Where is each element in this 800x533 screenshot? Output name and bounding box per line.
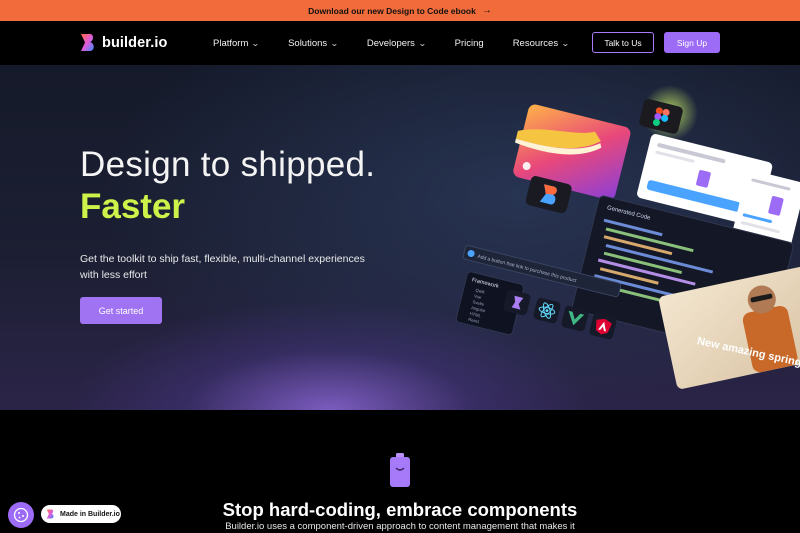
promo-banner-text[interactable]: Download our new Design to Code ebook (308, 6, 476, 16)
nav-item-solutions[interactable]: Solutions ⌄ (288, 37, 339, 49)
nav-item-label: Pricing (454, 37, 484, 49)
chevron-down-icon: ⌄ (561, 38, 570, 48)
nav-item-label: Platform (213, 37, 249, 49)
chevron-down-icon: ⌄ (251, 38, 261, 48)
hero-title-accent: Faster (80, 187, 186, 226)
hero-section: Design to shipped. Faster Get the toolki… (0, 65, 800, 410)
cookie-icon (13, 507, 29, 523)
nav-item-developers[interactable]: Developers ⌄ (366, 37, 427, 49)
chevron-down-icon: ⌄ (330, 38, 339, 48)
talk-to-us-button[interactable]: Talk to Us (592, 32, 654, 53)
hero-title: Design to shipped. (80, 145, 376, 184)
logo[interactable]: builder.io (80, 33, 167, 52)
chevron-down-icon: ⌄ (417, 38, 427, 48)
cookie-settings-button[interactable] (8, 502, 34, 528)
nav-item-platform[interactable]: Platform ⌄ (213, 37, 261, 49)
nav-item-label: Resources (512, 37, 559, 49)
nav-item-label: Developers (366, 37, 415, 49)
builder-logo-icon (81, 34, 94, 51)
react-icon (533, 297, 561, 324)
logo-text: builder.io (102, 34, 168, 51)
nav-links: Platform ⌄ Solutions ⌄ Developers ⌄ Pric… (213, 21, 598, 65)
promo-banner[interactable]: Download our new Design to Code ebook → (0, 0, 800, 21)
sign-up-button[interactable]: Sign Up (664, 32, 720, 53)
nav-item-resources[interactable]: Resources ⌄ (512, 37, 570, 49)
component-block-icon (390, 453, 410, 487)
hero-subtitle: Get the toolkit to ship fast, flexible, … (80, 253, 365, 281)
badge-label: Made in Builder.io (60, 510, 120, 518)
arrow-right-icon: → (481, 5, 492, 16)
nav-item-pricing[interactable]: Pricing (455, 38, 484, 49)
section-text: Builder.io uses a component-driven appro… (225, 521, 575, 532)
builder-logo-icon (46, 509, 54, 519)
main-navigation: builder.io Platform ⌄ Solutions ⌄ Develo… (0, 21, 800, 65)
hero-illustration: Generated Code Add a button that link to… (455, 85, 800, 389)
made-in-builder-badge[interactable]: Made in Builder.io (41, 505, 121, 523)
nav-item-label: Solutions (288, 37, 328, 49)
get-started-button[interactable]: Get started (80, 297, 162, 324)
